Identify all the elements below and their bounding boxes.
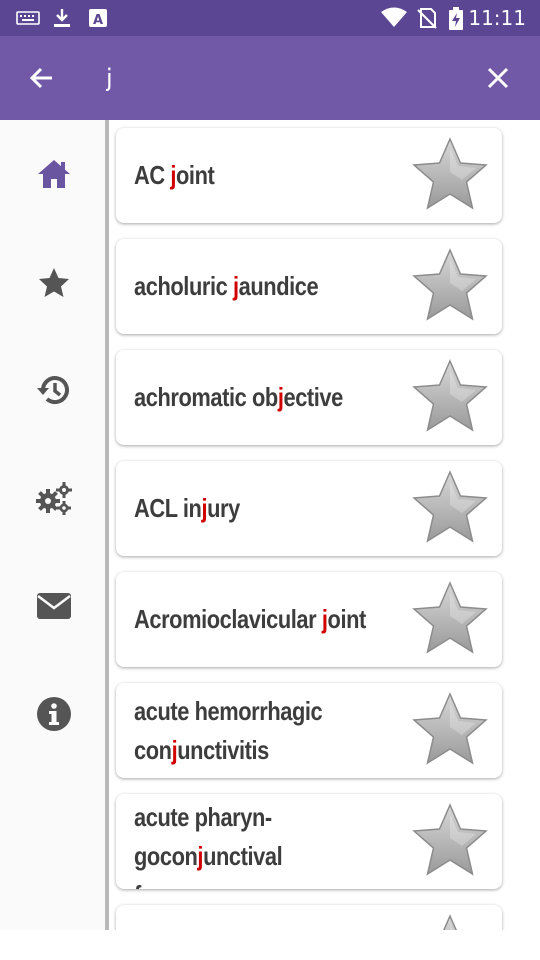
star-outline-icon — [412, 692, 488, 765]
no-sim-icon — [416, 7, 438, 33]
status-clock: 11:11 — [468, 6, 526, 30]
gears-icon — [36, 482, 72, 515]
term-text: acute hemorrhagic conjunctivitis — [134, 695, 323, 765]
nav-item-home[interactable] — [24, 144, 84, 204]
results-list: AC joint acholuric jaundice achromatic o… — [109, 120, 540, 930]
close-icon — [487, 67, 509, 89]
list-item[interactable] — [116, 905, 502, 930]
term-text: AC joint — [134, 160, 215, 190]
nav-item-contact[interactable] — [24, 576, 84, 636]
keyboard-icon — [16, 9, 40, 31]
list-item[interactable]: AC joint — [116, 128, 502, 223]
svg-text:A: A — [93, 13, 103, 28]
list-item[interactable]: achromatic objective — [116, 350, 502, 445]
star-outline-icon — [412, 359, 488, 432]
envelope-icon — [37, 593, 71, 619]
favorite-star-button[interactable] — [410, 913, 490, 930]
favorite-star-button[interactable] — [410, 580, 490, 658]
search-input[interactable] — [106, 61, 466, 95]
nav-item-about[interactable] — [24, 684, 84, 744]
search-app-bar — [0, 36, 540, 120]
nav-item-favorites[interactable] — [24, 253, 84, 313]
list-item[interactable]: ACL injury — [116, 461, 502, 556]
home-icon — [38, 160, 70, 188]
favorite-star-button[interactable] — [410, 802, 490, 880]
term-text: acholuric jaundice — [134, 271, 319, 301]
arrow-left-icon — [29, 67, 52, 89]
star-outline-icon — [412, 803, 488, 876]
term-text: achromatic objective — [134, 382, 343, 412]
side-navigation — [0, 120, 106, 930]
list-item[interactable]: Acromioclavicular joint — [116, 572, 502, 667]
term-text: acute pharyn- goconjunctival fever — [134, 802, 283, 889]
nav-item-history[interactable] — [24, 360, 84, 420]
star-outline-icon — [443, 914, 457, 930]
info-icon — [37, 697, 71, 731]
favorite-star-button[interactable] — [410, 136, 490, 214]
back-button[interactable] — [22, 58, 62, 98]
history-icon — [37, 376, 69, 405]
list-item[interactable]: acholuric jaundice — [116, 239, 502, 334]
favorite-star-button[interactable] — [410, 247, 490, 325]
star-outline-icon — [412, 470, 488, 543]
list-item[interactable]: acute pharyn- goconjunctival fever — [116, 794, 502, 889]
star-outline-icon — [412, 581, 488, 654]
wifi-icon — [380, 7, 408, 33]
star-outline-icon — [412, 248, 488, 321]
clear-search-button[interactable] — [478, 58, 518, 98]
favorite-star-button[interactable] — [410, 358, 490, 436]
favorite-star-button[interactable] — [410, 691, 490, 769]
nav-item-settings[interactable] — [24, 468, 84, 528]
star-icon — [39, 268, 69, 297]
star-outline-icon — [412, 137, 488, 210]
term-text: ACL injury — [134, 493, 240, 523]
status-bar: A 11:11 — [0, 0, 540, 36]
term-text: Acromioclavicular joint — [134, 604, 366, 634]
font-a-icon: A — [88, 7, 108, 33]
battery-charging-icon — [448, 7, 464, 35]
download-icon — [52, 7, 72, 33]
bottom-spacer — [0, 930, 540, 960]
favorite-star-button[interactable] — [410, 469, 490, 547]
list-item[interactable]: acute hemorrhagic conjunctivitis — [116, 683, 502, 778]
